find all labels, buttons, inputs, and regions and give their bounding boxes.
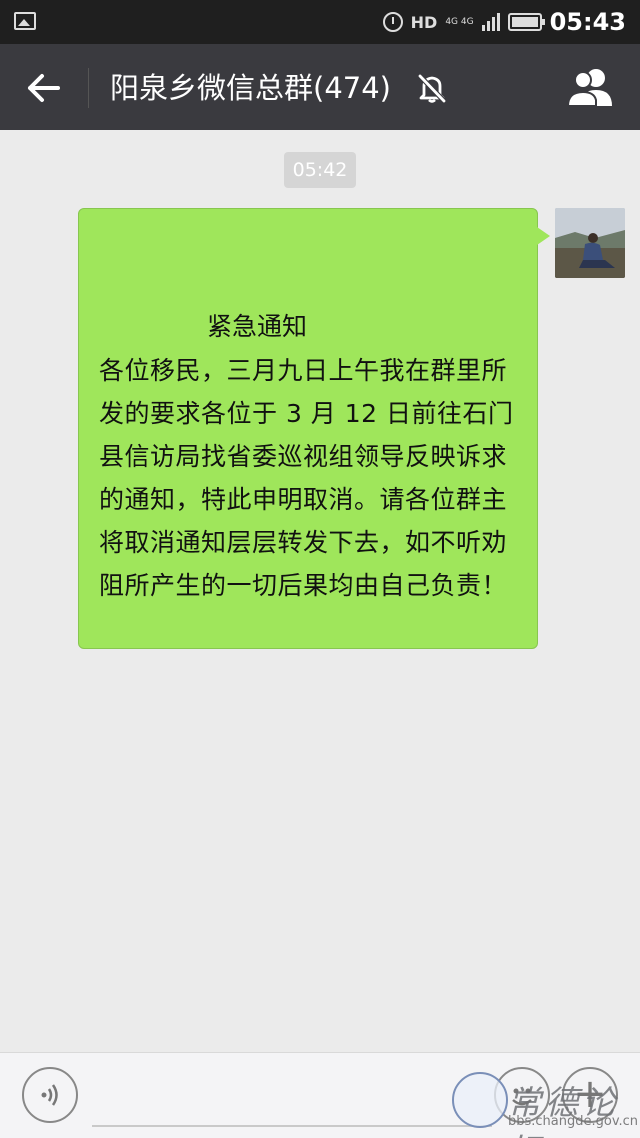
message-timestamp: 05:42	[284, 152, 356, 188]
status-time: 05:43	[549, 8, 626, 36]
watermark-url: bbs.changde.gov.cn	[508, 1114, 639, 1129]
signal-icon	[481, 13, 500, 31]
message-body: 各位移民，三月九日上午我在群里所发的要求各位于 3 月 12 日前往石门县信访局…	[99, 356, 514, 600]
voice-input-button[interactable]	[22, 1067, 78, 1123]
title-bar: 阳泉乡微信总群(474)	[0, 44, 640, 130]
mute-bell-icon	[418, 74, 446, 103]
avatar[interactable]	[555, 208, 625, 278]
status-bar: HD 4G 4G 05:43	[0, 0, 640, 44]
watermark-seal	[452, 1072, 508, 1128]
title-divider	[88, 68, 89, 108]
back-arrow-icon[interactable]	[24, 68, 64, 108]
alarm-icon	[382, 12, 403, 32]
chat-title: 阳泉乡微信总群(474)	[110, 71, 391, 105]
message-bubble[interactable]: 紧急通知 各位移民，三月九日上午我在群里所发的要求各位于 3 月 12 日前往石…	[78, 208, 550, 649]
watermark: 常德论坛 bbs.changde.gov.cn	[452, 1060, 638, 1138]
network-type: 4G 4G	[445, 17, 474, 27]
voice-input-icon	[41, 1084, 58, 1106]
battery-icon	[507, 13, 545, 31]
message-heading: 紧急通知	[207, 312, 308, 341]
group-members-icon[interactable]	[566, 66, 616, 108]
network-label: HD	[410, 12, 438, 32]
avatar-photo	[555, 208, 625, 278]
message-input[interactable]	[92, 1125, 492, 1127]
back-arrow-svg	[28, 74, 60, 102]
gallery-icon	[14, 12, 36, 30]
